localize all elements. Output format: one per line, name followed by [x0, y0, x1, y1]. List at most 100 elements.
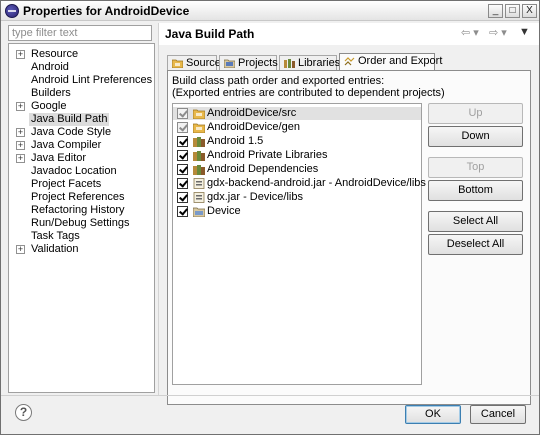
tree-item-javadoc-location[interactable]: Javadoc Location: [9, 165, 154, 178]
tree-item-label: Validation: [31, 243, 79, 255]
deselect-all-button[interactable]: Deselect All: [428, 234, 523, 255]
tree-item-label: Android: [31, 61, 69, 73]
tab-label: Libraries: [298, 57, 341, 69]
tree-item-label: Java Code Style: [31, 126, 112, 138]
order-export-icon: [344, 57, 355, 66]
tree-item-label: Builders: [31, 87, 71, 99]
tree-item-java-compiler[interactable]: + Java Compiler: [9, 139, 154, 152]
entry-label: Android Dependencies: [207, 163, 319, 175]
help-icon[interactable]: ?: [15, 404, 32, 421]
properties-dialog: Properties for AndroidDevice _ □ X + Res…: [0, 0, 540, 435]
tab-label: Projects: [238, 57, 278, 69]
expand-icon[interactable]: +: [16, 154, 25, 163]
filter-input[interactable]: [8, 25, 152, 41]
tree-item-label: Javadoc Location: [31, 165, 117, 177]
expand-icon[interactable]: +: [16, 245, 25, 254]
export-checkbox[interactable]: [177, 178, 188, 189]
expand-icon[interactable]: +: [16, 50, 25, 59]
top-button[interactable]: Top: [428, 157, 523, 178]
tree-item-java-editor[interactable]: + Java Editor: [9, 152, 154, 165]
tab-order-and-export[interactable]: Order and Export: [339, 53, 442, 71]
forward-arrow-icon[interactable]: ⇨ ▾: [489, 26, 507, 39]
list-item[interactable]: gdx.jar - Device/libs: [173, 191, 421, 204]
export-checkbox[interactable]: [177, 206, 188, 217]
libraries-icon: [284, 59, 295, 68]
entry-label: gdx.jar - Device/libs: [207, 191, 303, 203]
tab-libraries[interactable]: Libraries: [279, 55, 341, 71]
right-pane: Java Build Path ⇦ ▾ ⇨ ▾ ▼ Source Project…: [159, 23, 539, 405]
tree-item-validation[interactable]: + Validation: [9, 243, 154, 256]
tree-item-java-build-path[interactable]: Java Build Path: [9, 113, 154, 126]
page-title: Java Build Path: [165, 27, 255, 41]
list-item[interactable]: AndroidDevice/gen: [173, 121, 421, 134]
export-checkbox[interactable]: [177, 150, 188, 161]
expand-icon[interactable]: +: [16, 141, 25, 150]
tree-item-project-references[interactable]: Project References: [9, 191, 154, 204]
expand-icon[interactable]: +: [16, 102, 25, 111]
entry-label: Android 1.5: [207, 135, 264, 147]
maximize-button[interactable]: □: [505, 4, 520, 18]
tree-item-resource[interactable]: + Resource: [9, 48, 154, 61]
entry-label: Device: [207, 205, 241, 217]
tree-item-java-code-style[interactable]: + Java Code Style: [9, 126, 154, 139]
property-tree: + Resource Android Android Lint Preferen…: [8, 43, 155, 393]
jar-icon: [193, 178, 205, 189]
list-item[interactable]: AndroidDevice/src: [173, 107, 421, 120]
order-export-panel: Build class path order and exported entr…: [167, 70, 531, 405]
tree-item-task-tags[interactable]: Task Tags: [9, 230, 154, 243]
page-header: Java Build Path ⇦ ▾ ⇨ ▾ ▼: [159, 23, 539, 45]
tree-item-refactoring-history[interactable]: Refactoring History: [9, 204, 154, 217]
tree-item-run-debug-settings[interactable]: Run/Debug Settings: [9, 217, 154, 230]
list-item[interactable]: Android Private Libraries: [173, 149, 421, 162]
export-checkbox[interactable]: [177, 192, 188, 203]
tree-item-project-facets[interactable]: Project Facets: [9, 178, 154, 191]
library-icon: [193, 137, 205, 147]
back-arrow-icon[interactable]: ⇦ ▾: [461, 26, 479, 39]
export-checkbox[interactable]: [177, 108, 188, 119]
list-item[interactable]: Android 1.5: [173, 135, 421, 148]
bottom-button[interactable]: Bottom: [428, 180, 523, 201]
tree-item-label: Java Build Path: [29, 113, 110, 126]
expand-icon[interactable]: +: [16, 128, 25, 137]
classpath-entry-list[interactable]: AndroidDevice/src AndroidDevice/gen Andr…: [172, 103, 426, 385]
tree-item-label: Project Facets: [31, 178, 102, 190]
entry-label: AndroidDevice/src: [207, 107, 297, 119]
eclipse-icon: [5, 4, 19, 18]
footer-separator: [1, 395, 539, 396]
tree-item-google[interactable]: + Google: [9, 100, 154, 113]
left-pane: + Resource Android Android Lint Preferen…: [8, 25, 155, 393]
minimize-button[interactable]: _: [488, 4, 503, 18]
description-line-1: Build class path order and exported entr…: [172, 75, 385, 87]
source-folder-icon: [193, 109, 205, 119]
select-all-button[interactable]: Select All: [428, 211, 523, 232]
entry-label: gdx-backend-android.jar - AndroidDevice/…: [207, 177, 426, 189]
description-line-2: (Exported entries are contributed to dep…: [172, 87, 445, 99]
list-item[interactable]: Device: [173, 205, 421, 218]
tree-item-label: Java Compiler: [31, 139, 102, 151]
export-checkbox[interactable]: [177, 164, 188, 175]
library-icon: [193, 151, 205, 161]
tree-item-android-lint-preferences[interactable]: Android Lint Preferences: [9, 74, 154, 87]
export-checkbox[interactable]: [177, 122, 188, 133]
window-title: Properties for AndroidDevice: [23, 4, 190, 18]
close-button[interactable]: X: [522, 4, 537, 18]
view-menu-icon[interactable]: ▼: [519, 26, 530, 38]
entry-label: AndroidDevice/gen: [207, 121, 300, 133]
export-checkbox[interactable]: [177, 136, 188, 147]
tree-item-label: Java Editor: [31, 152, 87, 164]
down-button[interactable]: Down: [428, 126, 523, 147]
cancel-button[interactable]: Cancel: [470, 405, 526, 424]
title-bar[interactable]: Properties for AndroidDevice _ □ X: [1, 1, 539, 21]
tree-item-label: Resource: [31, 48, 79, 60]
tree-item-label: Google: [31, 100, 67, 112]
tab-projects[interactable]: Projects: [219, 55, 278, 71]
tree-item-android[interactable]: Android: [9, 61, 154, 74]
project-icon: [193, 207, 205, 217]
up-button[interactable]: Up: [428, 103, 523, 124]
list-item[interactable]: Android Dependencies: [173, 163, 421, 176]
tree-item-builders[interactable]: Builders: [9, 87, 154, 100]
tab-source[interactable]: Source: [167, 55, 221, 71]
source-folder-icon: [172, 59, 183, 68]
list-item[interactable]: gdx-backend-android.jar - AndroidDevice/…: [173, 177, 426, 190]
ok-button[interactable]: OK: [405, 405, 461, 424]
